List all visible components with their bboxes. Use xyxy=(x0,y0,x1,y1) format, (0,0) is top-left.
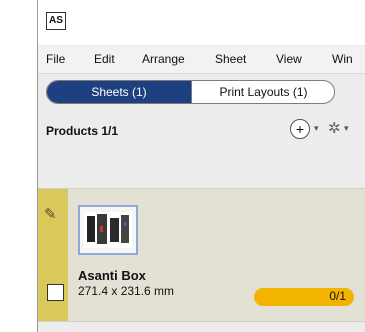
add-product-button[interactable]: + xyxy=(290,119,310,139)
product-quantity-progress: 0/1 xyxy=(254,288,354,306)
tab-print-layouts[interactable]: Print Layouts (1) xyxy=(191,81,334,103)
gear-menu-caret-icon[interactable]: ▾ xyxy=(344,123,349,134)
tab-sheets[interactable]: Sheets (1) xyxy=(47,81,191,103)
menu-file[interactable]: File xyxy=(46,52,65,66)
gear-icon[interactable]: ✲ xyxy=(328,119,341,137)
view-tabs: Sheets (1) Print Layouts (1) xyxy=(46,80,335,104)
products-panel-header xyxy=(38,110,365,189)
products-count-label: Products 1/1 xyxy=(46,124,119,138)
menu-view[interactable]: View xyxy=(276,52,302,66)
menu-arrange[interactable]: Arrange xyxy=(142,52,185,66)
title-bar: AS xyxy=(38,0,365,45)
product-thumbnail[interactable] xyxy=(78,205,138,255)
product-size: 271.4 x 231.6 mm xyxy=(78,284,175,298)
left-desktop-strip xyxy=(0,0,37,332)
progress-label: 0/1 xyxy=(329,289,346,303)
add-menu-caret-icon[interactable]: ▾ xyxy=(314,123,319,134)
thumbnail-art xyxy=(84,212,132,248)
menu-edit[interactable]: Edit xyxy=(94,52,115,66)
app-window: AS File Edit Arrange Sheet View Win Shee… xyxy=(37,0,365,332)
menu-sheet[interactable]: Sheet xyxy=(215,52,246,66)
menu-window[interactable]: Win xyxy=(332,52,353,66)
list-footer xyxy=(38,321,365,332)
product-checkbox[interactable] xyxy=(47,284,64,301)
product-list: ✎ Asanti Box 271.4 x 231.6 mm 0/1 xyxy=(38,189,365,332)
menu-bar: File Edit Arrange Sheet View Win xyxy=(38,46,365,74)
product-name: Asanti Box xyxy=(78,268,146,283)
app-logo-icon: AS xyxy=(46,12,66,30)
pencil-icon[interactable]: ✎ xyxy=(44,205,57,223)
